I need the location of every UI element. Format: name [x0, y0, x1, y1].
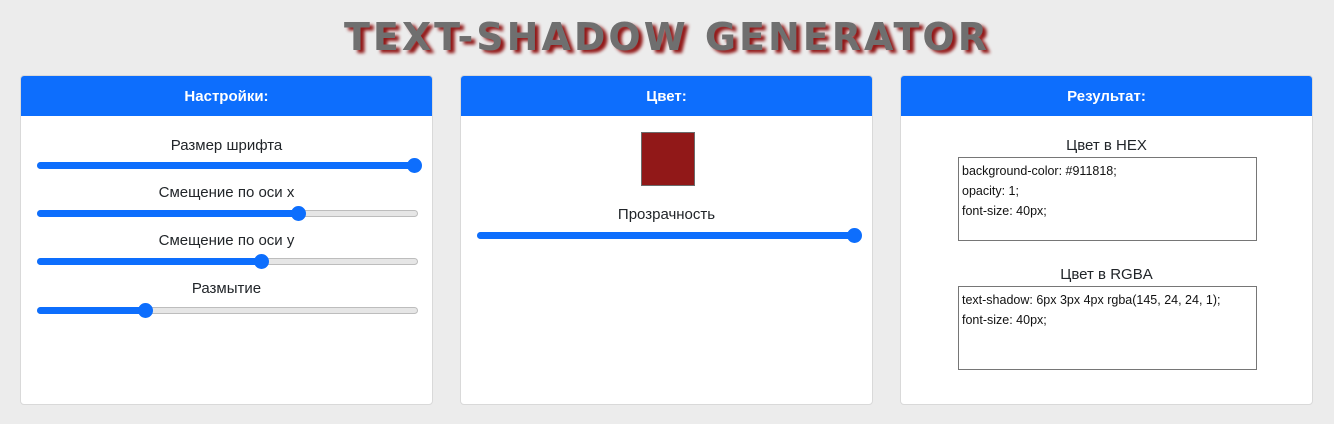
font-size-label: Размер шрифта	[170, 137, 283, 154]
hex-output-textarea[interactable]: background-color: #911818; opacity: 1; f…	[958, 157, 1257, 241]
offset-x-slider[interactable]	[37, 206, 418, 222]
offset-x-label: Смещение по оси x	[158, 184, 295, 201]
hex-line: background-color: #911818;	[962, 164, 1117, 178]
blur-label: Размытие	[191, 280, 262, 297]
rgba-line: text-shadow: 6px 3px 4px rgba(145, 24, 2…	[962, 293, 1221, 307]
hex-line: font-size: 40px;	[962, 204, 1047, 218]
opacity-slider[interactable]	[477, 228, 862, 244]
result-card: Результат: Цвет в HEX background-color: …	[900, 75, 1313, 405]
slider-thumb[interactable]	[291, 206, 306, 221]
rgba-label: Цвет в RGBA	[1060, 266, 1153, 283]
opacity-label: Прозрачность	[617, 206, 716, 223]
hex-label: Цвет в HEX	[1066, 137, 1147, 154]
slider-fill	[37, 258, 261, 265]
rgba-output-textarea[interactable]: text-shadow: 6px 3px 4px rgba(145, 24, 2…	[958, 286, 1257, 370]
slider-fill	[37, 210, 298, 217]
font-size-slider[interactable]	[37, 158, 422, 174]
slider-thumb[interactable]	[847, 228, 862, 243]
color-swatch[interactable]	[641, 132, 695, 186]
rgba-line: font-size: 40px;	[962, 313, 1047, 327]
offset-y-slider[interactable]	[37, 254, 418, 270]
color-header: Цвет:	[461, 76, 872, 116]
slider-thumb[interactable]	[407, 158, 422, 173]
hex-line: opacity: 1;	[962, 184, 1019, 198]
slider-thumb[interactable]	[138, 303, 153, 318]
result-header: Результат:	[901, 76, 1312, 116]
slider-fill	[37, 162, 414, 169]
slider-thumb[interactable]	[254, 254, 269, 269]
color-card: Цвет: Прозрачность	[460, 75, 873, 405]
page-title: TEXT-SHADOW GENERATOR	[344, 15, 990, 59]
settings-header: Настройки:	[21, 76, 432, 116]
slider-fill	[37, 307, 145, 314]
offset-y-label: Смещение по оси y	[158, 232, 295, 249]
settings-card: Настройки: Размер шрифта Смещение по оси…	[20, 75, 433, 405]
slider-fill	[477, 232, 854, 239]
blur-slider[interactable]	[37, 303, 418, 319]
